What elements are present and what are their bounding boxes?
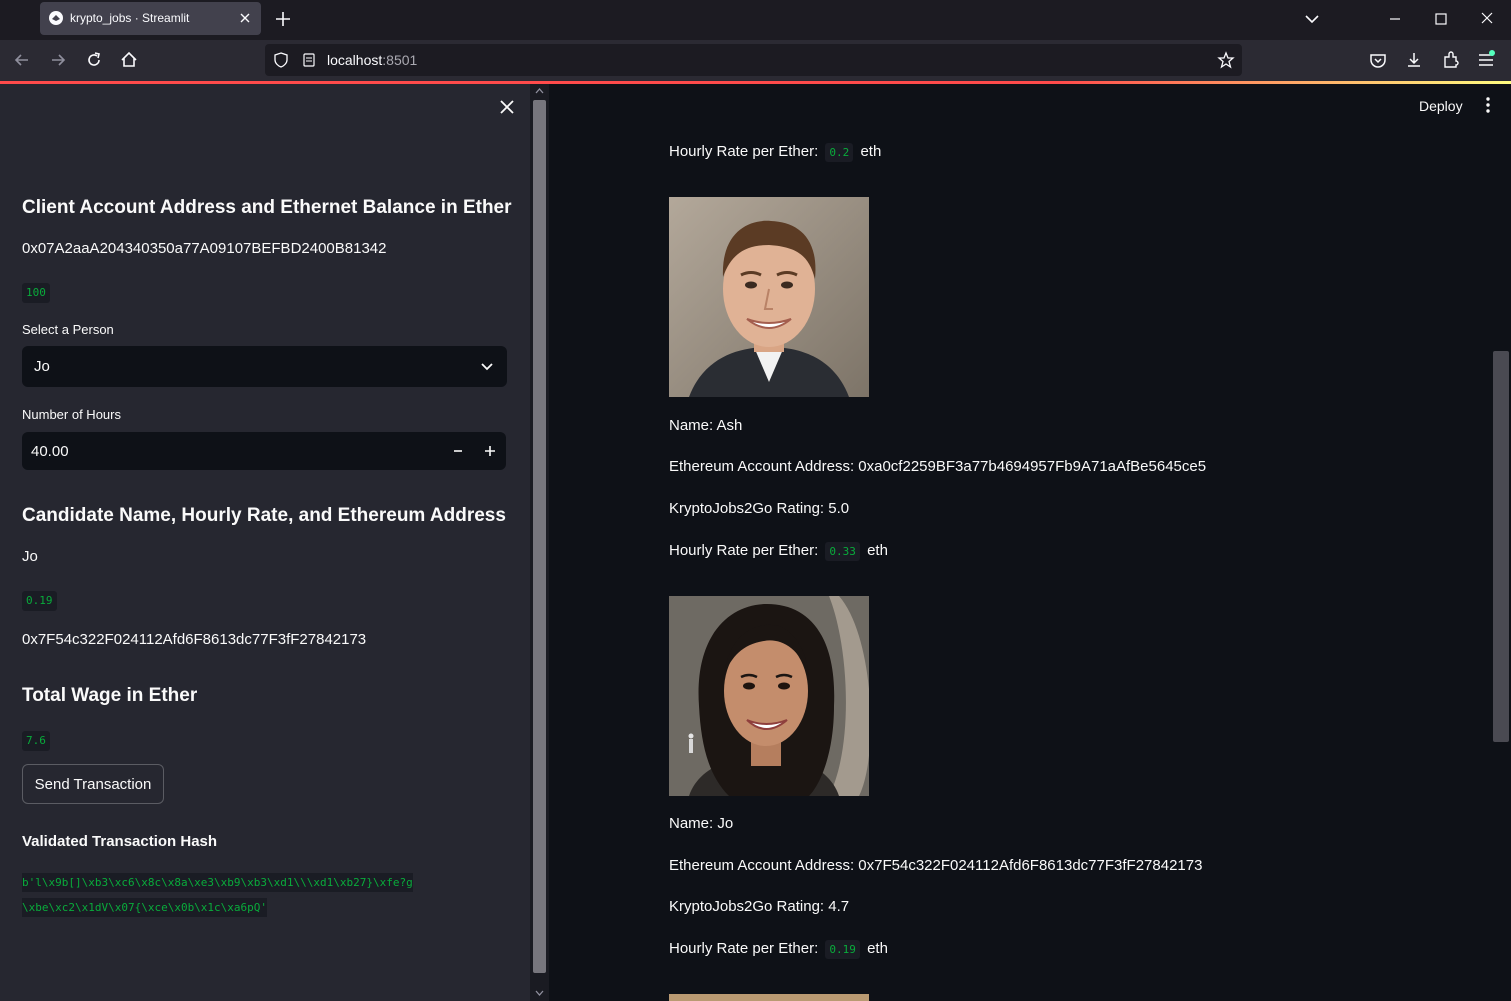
downloads-icon[interactable] xyxy=(1403,49,1425,71)
tab-title: krypto_jobs · Streamlit xyxy=(70,11,190,25)
client-balance: 100 xyxy=(22,283,50,303)
candidate-name: Jo xyxy=(22,548,38,565)
url-bar[interactable]: localhost:8501 xyxy=(265,44,1242,76)
select-person-label: Select a Person xyxy=(22,322,114,337)
address-prefix: Ethereum Account Address: xyxy=(669,458,855,475)
streamlit-favicon-icon xyxy=(49,11,63,25)
candidate-rate-line-ash: Hourly Rate per Ether: 0.33 eth xyxy=(669,542,888,561)
woman-portrait-icon xyxy=(669,596,869,796)
bookmark-star-icon[interactable] xyxy=(1217,51,1235,69)
candidate-photo-jo xyxy=(669,596,869,796)
rating-prefix: KryptoJobs2Go Rating: xyxy=(669,898,825,915)
scroll-down-icon[interactable] xyxy=(534,988,545,998)
pocket-icon[interactable] xyxy=(1367,49,1389,71)
send-transaction-button[interactable]: Send Transaction xyxy=(22,764,164,804)
hash-line-2: \xbe\xc2\x1dV\x07{\xce\x0b\x1c\xa6pQ' xyxy=(22,898,268,917)
transaction-hash: b'l\x9b[]\xb3\xc6\x8c\x8a\xe3\xb9\xb3\xd… xyxy=(22,870,482,920)
close-sidebar-icon[interactable] xyxy=(497,97,517,117)
candidate-rate: 0.19 xyxy=(22,591,57,611)
candidate-photo-ash xyxy=(669,197,869,397)
candidate-rating: 4.7 xyxy=(828,898,850,915)
candidate-address: 0xa0cf2259BF3a77b4694957Fb9A71aAfBe5645c… xyxy=(858,458,1207,475)
forward-icon[interactable] xyxy=(47,49,69,71)
candidate-name-line-ash: Name: Ash xyxy=(669,417,742,434)
tracking-shield-icon[interactable] xyxy=(273,52,289,68)
close-window-icon[interactable] xyxy=(1475,8,1499,30)
rate-label: Hourly Rate per Ether: xyxy=(669,143,819,160)
candidate-name: Ash xyxy=(716,417,743,434)
extensions-icon[interactable] xyxy=(1440,49,1462,71)
rate-value: 0.2 xyxy=(825,143,854,162)
wage-heading: Total Wage in Ether xyxy=(22,685,198,706)
rate-value: 0.19 xyxy=(825,940,860,959)
rate-unit: eth xyxy=(867,940,888,957)
rate-label: Hourly Rate per Ether: xyxy=(669,940,819,957)
candidate-name: Jo xyxy=(717,815,734,832)
candidate-address: 0x7F54c322F024112Afd6F8613dc77F3fF278421… xyxy=(22,631,367,648)
hours-value[interactable]: 40.00 xyxy=(31,443,69,460)
rate-unit: eth xyxy=(867,542,888,559)
hourly-rate-line: Hourly Rate per Ether: 0.2 eth xyxy=(669,143,882,162)
maximize-icon[interactable] xyxy=(1429,8,1453,30)
back-icon[interactable] xyxy=(11,49,33,71)
candidate-rate-line-jo: Hourly Rate per Ether: 0.19 eth xyxy=(669,940,888,959)
candidate-rating-line-jo: KryptoJobs2Go Rating: 4.7 xyxy=(669,898,849,915)
rate-label: Hourly Rate per Ether: xyxy=(669,542,819,559)
scroll-up-icon[interactable] xyxy=(534,86,545,96)
main-scrollbar-thumb[interactable] xyxy=(1493,351,1509,742)
page-info-icon[interactable] xyxy=(301,52,317,68)
new-tab-icon[interactable] xyxy=(272,8,294,30)
browser-nav-bar: localhost:8501 xyxy=(0,40,1511,81)
deploy-button[interactable]: Deploy xyxy=(1411,94,1471,118)
rate-unit: eth xyxy=(860,143,882,160)
candidate-heading: Candidate Name, Hourly Rate, and Ethereu… xyxy=(22,505,506,526)
url-text: localhost:8501 xyxy=(327,52,417,68)
client-address: 0x07A2aaA204340350a77A09107BEFBD2400B813… xyxy=(22,240,387,257)
list-all-tabs-icon[interactable] xyxy=(1300,8,1324,30)
candidate-address-line-ash: Ethereum Account Address: 0xa0cf2259BF3a… xyxy=(669,458,1206,475)
sidebar-scrollbar[interactable] xyxy=(530,84,549,1001)
candidate-address: 0x7F54c322F024112Afd6F8613dc77F3fF278421… xyxy=(858,857,1203,874)
main-content: Deploy Hourly Rate per Ether: 0.2 eth Na… xyxy=(549,84,1491,1001)
url-host: localhost xyxy=(327,52,383,68)
increment-icon[interactable] xyxy=(480,441,500,461)
client-heading: Client Account Address and Ethernet Bala… xyxy=(22,197,512,218)
candidate-name-line-jo: Name: Jo xyxy=(669,815,733,832)
home-icon[interactable] xyxy=(118,49,140,71)
candidate-address-line-jo: Ethereum Account Address: 0x7F54c322F024… xyxy=(669,857,1202,874)
url-port: :8501 xyxy=(382,52,418,68)
address-prefix: Ethereum Account Address: xyxy=(669,857,855,874)
minimize-icon[interactable] xyxy=(1383,8,1407,30)
app-menu-icon[interactable] xyxy=(1475,49,1497,71)
select-person-value: Jo xyxy=(34,358,50,375)
candidate-rating: 5.0 xyxy=(828,500,850,517)
candidate-photo-next xyxy=(669,994,869,1001)
man-portrait-icon xyxy=(669,197,869,397)
name-prefix: Name: xyxy=(669,417,714,434)
browser-tab-bar: krypto_jobs · Streamlit xyxy=(0,0,1511,40)
chevron-down-icon xyxy=(481,363,493,371)
name-prefix: Name: xyxy=(669,815,714,832)
hash-line-1: b'l\x9b[]\xb3\xc6\x8c\x8a\xe3\xb9\xb3\xd… xyxy=(22,873,413,892)
close-tab-icon[interactable] xyxy=(237,10,253,26)
decrement-icon[interactable] xyxy=(448,441,468,461)
hours-input[interactable]: 40.00 xyxy=(22,432,506,470)
hash-heading: Validated Transaction Hash xyxy=(22,833,218,850)
main-scrollbar[interactable] xyxy=(1491,84,1511,1001)
browser-tab[interactable]: krypto_jobs · Streamlit xyxy=(40,2,261,35)
wage-value: 7.6 xyxy=(22,731,50,751)
more-options-icon[interactable] xyxy=(1481,96,1491,114)
hours-label: Number of Hours xyxy=(22,407,121,422)
sidebar-scrollbar-thumb[interactable] xyxy=(533,100,546,973)
reload-icon[interactable] xyxy=(83,49,105,71)
rating-prefix: KryptoJobs2Go Rating: xyxy=(669,500,825,517)
rate-value: 0.33 xyxy=(825,542,860,561)
sidebar: Client Account Address and Ethernet Bala… xyxy=(0,84,530,1001)
candidate-rating-line-ash: KryptoJobs2Go Rating: 5.0 xyxy=(669,500,849,517)
select-person-dropdown[interactable]: Jo xyxy=(22,346,507,387)
